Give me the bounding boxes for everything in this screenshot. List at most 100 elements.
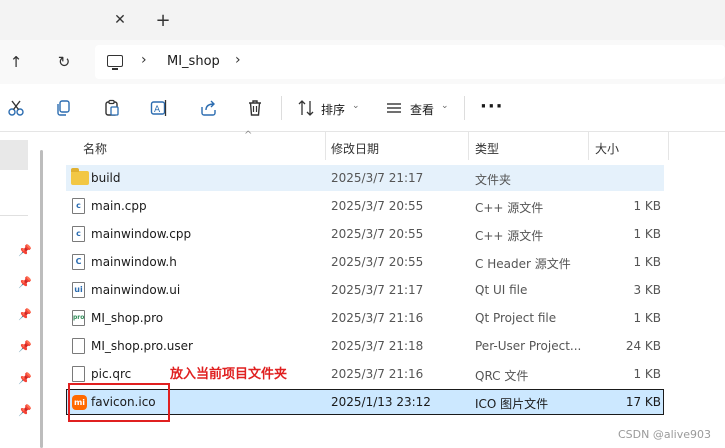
file-size: 1 KB [633, 199, 661, 213]
cut-icon[interactable] [7, 99, 25, 117]
generic-file-icon [72, 366, 85, 382]
file-name: MI_shop.pro.user [91, 339, 193, 353]
file-date: 2025/3/7 21:17 [331, 283, 424, 297]
file-name: pic.qrc [91, 367, 132, 381]
command-bar: A 排序 ⌄ 查看 ⌄ ··· [0, 84, 725, 132]
file-type: C++ 源文件 [475, 201, 544, 215]
file-row-main-cpp[interactable]: c main.cpp 2025/3/7 20:55 C++ 源文件 1 KB [66, 193, 664, 219]
view-button[interactable]: 查看 [410, 101, 434, 118]
share-icon[interactable] [199, 99, 217, 117]
file-size: 1 KB [633, 367, 661, 381]
toolbar-divider [464, 96, 465, 120]
file-date: 2025/3/7 21:18 [331, 339, 424, 353]
file-type: ICO 图片文件 [475, 397, 549, 411]
column-divider[interactable] [468, 132, 469, 160]
annotation-highlight-box [68, 383, 170, 422]
file-type: Qt Project file [475, 311, 557, 325]
up-arrow-icon[interactable]: ↑ [5, 51, 27, 73]
file-row-mainwindow-h[interactable]: C mainwindow.h 2025/3/7 20:55 C Header 源… [66, 249, 664, 275]
sort-icon[interactable] [297, 99, 315, 117]
file-type: QRC 文件 [475, 369, 529, 383]
file-size: 1 KB [633, 311, 661, 325]
file-type: C Header 源文件 [475, 257, 571, 271]
file-size: 1 KB [633, 255, 661, 269]
file-row-mainwindow-ui[interactable]: ui mainwindow.ui 2025/3/7 21:17 Qt UI fi… [66, 277, 664, 303]
file-row-build[interactable]: build 2025/3/7 21:17 文件夹 [66, 165, 664, 191]
file-type: Per-User Project... [475, 339, 582, 353]
pin-icon[interactable]: 📌 [18, 340, 32, 353]
ui-file-icon: ui [72, 282, 85, 298]
sort-ascending-icon: ^ [244, 130, 253, 141]
breadcrumb-separator-icon[interactable]: › [141, 52, 147, 68]
address-bar-area: ↑ ↻ › MI_shop › [0, 40, 725, 84]
column-header-name[interactable]: 名称 [83, 140, 107, 157]
chevron-down-icon[interactable]: ⌄ [352, 101, 360, 111]
file-size: 3 KB [633, 283, 661, 297]
folder-icon [71, 168, 89, 185]
file-name: main.cpp [91, 199, 147, 213]
file-date: 2025/3/7 20:55 [331, 255, 424, 269]
file-type: Qt UI file [475, 283, 528, 297]
pin-icon[interactable]: 📌 [18, 372, 32, 385]
watermark: CSDN @alive903 [618, 428, 711, 441]
address-bar[interactable]: › MI_shop › [95, 45, 725, 79]
file-name: MI_shop.pro [91, 311, 164, 325]
tab-bar: ✕ + [0, 0, 725, 40]
header-file-icon: C [72, 254, 85, 270]
file-name: build [91, 171, 121, 185]
delete-icon[interactable] [246, 99, 264, 117]
close-tab-icon[interactable]: ✕ [111, 11, 129, 29]
file-date: 2025/3/7 21:17 [331, 171, 424, 185]
pin-icon[interactable]: 📌 [18, 308, 32, 321]
svg-text:A: A [154, 105, 161, 115]
file-date: 2025/1/13 23:12 [331, 395, 431, 409]
column-divider[interactable] [668, 132, 669, 160]
column-header-size[interactable]: 大小 [595, 140, 619, 157]
view-icon[interactable] [385, 99, 403, 117]
file-size: 24 KB [625, 339, 661, 353]
nav-divider [0, 215, 28, 216]
file-name: mainwindow.ui [91, 283, 181, 297]
generic-file-icon [72, 338, 85, 354]
rename-icon[interactable]: A [150, 99, 168, 117]
this-pc-icon[interactable] [107, 55, 123, 70]
file-name: mainwindow.cpp [91, 227, 192, 241]
cpp-file-icon: c [72, 198, 85, 214]
navigation-scrollbar[interactable] [40, 150, 43, 448]
file-date: 2025/3/7 21:16 [331, 311, 424, 325]
column-divider[interactable] [325, 132, 326, 160]
tab-mi-shop[interactable]: ✕ [0, 0, 140, 40]
pin-icon[interactable]: 📌 [18, 244, 32, 257]
refresh-icon[interactable]: ↻ [53, 51, 75, 73]
paste-icon[interactable] [103, 99, 121, 117]
column-header-date[interactable]: 修改日期 [331, 140, 379, 157]
file-type: C++ 源文件 [475, 229, 544, 243]
file-row-mainwindow-cpp[interactable]: c mainwindow.cpp 2025/3/7 20:55 C++ 源文件 … [66, 221, 664, 247]
file-type: 文件夹 [475, 173, 512, 187]
cpp-file-icon: c [72, 226, 85, 242]
breadcrumb-mi-shop[interactable]: MI_shop [167, 54, 220, 69]
chevron-down-icon[interactable]: ⌄ [441, 101, 449, 111]
sort-button[interactable]: 排序 [321, 101, 345, 118]
new-tab-icon[interactable]: + [152, 10, 174, 32]
annotation-label: 放入当前项目文件夹 [170, 367, 288, 382]
column-divider[interactable] [588, 132, 589, 160]
nav-item-selected[interactable] [0, 140, 28, 170]
copy-icon[interactable] [54, 99, 72, 117]
file-size: 1 KB [633, 227, 661, 241]
file-row-mi-shop-pro-user[interactable]: MI_shop.pro.user 2025/3/7 21:18 Per-User… [66, 333, 664, 359]
file-date: 2025/3/7 20:55 [331, 227, 424, 241]
more-options-icon[interactable]: ··· [480, 96, 504, 117]
file-row-mi-shop-pro[interactable]: pro MI_shop.pro 2025/3/7 21:16 Qt Projec… [66, 305, 664, 331]
breadcrumb-separator-icon[interactable]: › [235, 52, 241, 68]
pin-icon[interactable]: 📌 [18, 276, 32, 289]
file-date: 2025/3/7 21:16 [331, 367, 424, 381]
qt-project-file-icon: pro [72, 310, 85, 326]
file-size: 17 KB [625, 395, 661, 409]
column-header-row: ^ 名称 修改日期 类型 大小 [46, 130, 725, 160]
column-header-type[interactable]: 类型 [475, 140, 499, 157]
file-date: 2025/3/7 20:55 [331, 199, 424, 213]
pin-icon[interactable]: 📌 [18, 404, 32, 417]
toolbar-divider [281, 96, 282, 120]
file-name: mainwindow.h [91, 255, 177, 269]
